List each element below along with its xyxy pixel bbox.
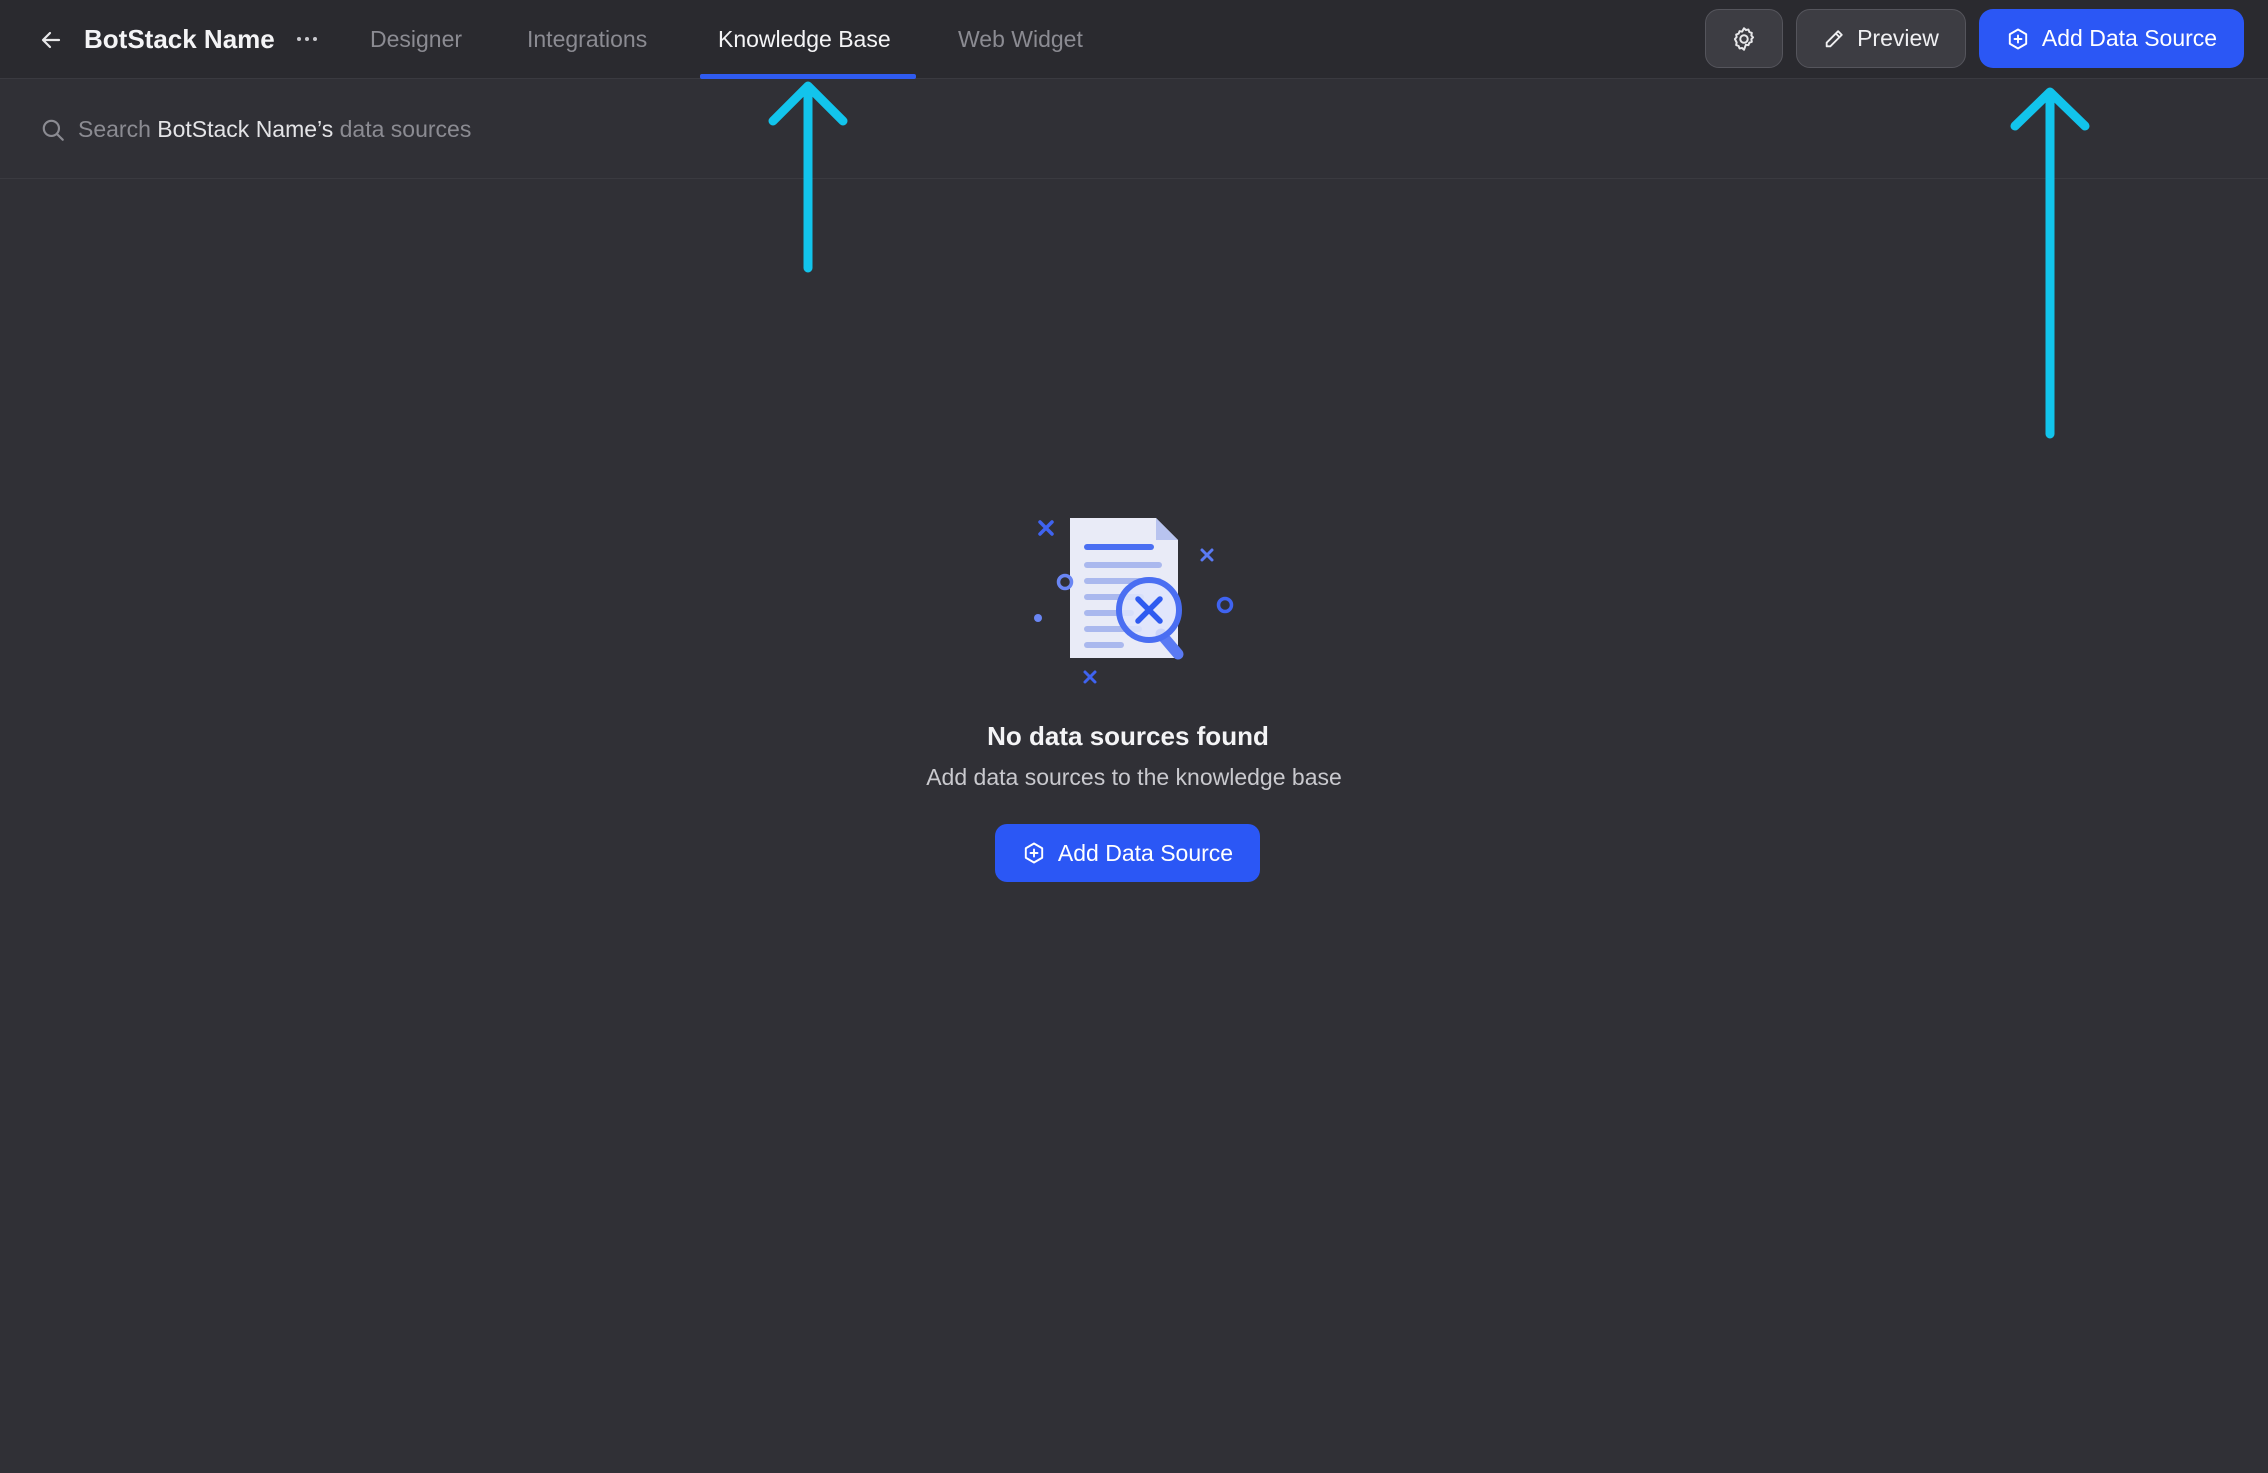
back-button[interactable] [34,23,68,57]
more-options-button[interactable] [292,24,322,54]
preview-button[interactable]: Preview [1796,9,1966,68]
empty-state-subtitle: Add data sources to the knowledge base [926,764,1342,790]
search-bar: Search BotStack Name’s data sources [0,79,2268,179]
top-bar: BotStack Name Designer Integrations Know… [0,0,2268,79]
search-icon [40,117,66,143]
search-input[interactable]: Search BotStack Name’s data sources [78,109,978,149]
tab-integrations[interactable]: Integrations [527,22,647,56]
hexagon-plus-icon [1024,842,1044,864]
more-horizontal-icon [297,37,317,41]
tab-designer[interactable]: Designer [370,22,462,56]
search-placeholder-bot-name: BotStack Name’s [157,116,334,142]
add-data-source-label: Add Data Source [2041,25,2218,51]
bot-name-title: BotStack Name [84,24,275,54]
preview-label: Preview [1857,25,1939,51]
no-results-illustration [1034,518,1234,684]
settings-button[interactable] [1705,9,1783,68]
empty-state-add-data-source-label: Add Data Source [1057,839,1234,866]
tab-web-widget[interactable]: Web Widget [958,22,1083,56]
search-placeholder-prefix: Search [78,116,158,142]
pencil-icon [1825,29,1843,47]
search-placeholder-suffix: data sources [333,116,472,142]
gear-icon [1733,26,1755,51]
empty-state-add-data-source-button[interactable]: Add Data Source [995,824,1260,882]
empty-state-title: No data sources found [987,721,1269,751]
hexagon-plus-icon [2008,28,2028,49]
tab-knowledge-base[interactable]: Knowledge Base [718,22,891,56]
arrow-left-icon [41,31,61,49]
add-data-source-button[interactable]: Add Data Source [1979,9,2244,68]
